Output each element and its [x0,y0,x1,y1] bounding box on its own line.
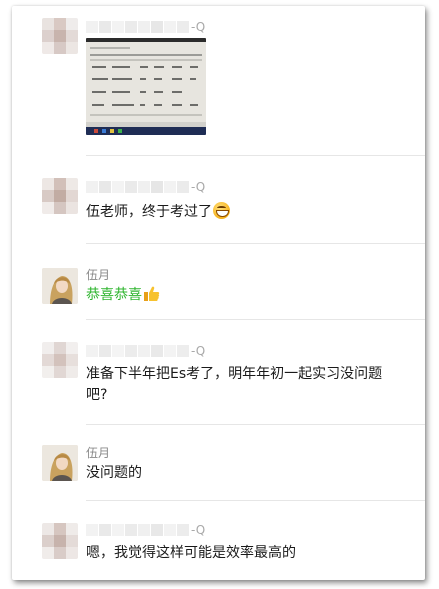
avatar-blurred[interactable] [42,178,78,214]
sender-suffix: -Q [191,344,206,358]
chat-message-1: -Q [12,6,425,156]
avatar-blurred[interactable] [42,18,78,54]
message-text: 嗯，我觉得这样可能是效率最高的 [86,545,296,561]
chat-message-4: -Q 准备下半年把Es考了，明年年初一起实习没问题 吧? [12,320,425,425]
chat-card: -Q -Q 伍老师，终于考过了 伍月 恭喜恭喜 -Q 准备下半年把Es考了，明年… [12,6,425,580]
grinning-face-icon [213,202,230,219]
chat-message-6: -Q 嗯，我觉得这样可能是效率最高的 [12,501,425,580]
avatar-wuyue[interactable] [42,268,78,304]
sender-name-blurred: -Q [86,344,205,358]
sender-name-blurred: -Q [86,523,205,537]
sender-name: 伍月 [86,446,111,460]
sender-name-blurred: -Q [86,20,205,34]
sender-suffix: -Q [191,20,206,34]
sender-name: 伍月 [86,268,111,282]
avatar-wuyue[interactable] [42,445,78,481]
chat-message-3: 伍月 恭喜恭喜 [12,244,425,320]
avatar-blurred[interactable] [42,342,78,378]
message-text: 恭喜恭喜 [86,285,160,306]
sender-suffix: -Q [191,180,206,194]
message-image[interactable] [86,38,206,135]
thumbs-up-icon [144,286,160,301]
chat-message-2: -Q 伍老师，终于考过了 [12,156,425,244]
message-text: 没问题的 [86,465,142,481]
sender-suffix: -Q [191,523,206,537]
chat-message-5: 伍月 没问题的 [12,425,425,501]
message-text: 准备下半年把Es考了，明年年初一起实习没问题 吧? [86,366,383,403]
sender-name-blurred: -Q [86,180,205,194]
message-text: 伍老师，终于考过了 [86,202,230,223]
avatar-blurred[interactable] [42,523,78,559]
